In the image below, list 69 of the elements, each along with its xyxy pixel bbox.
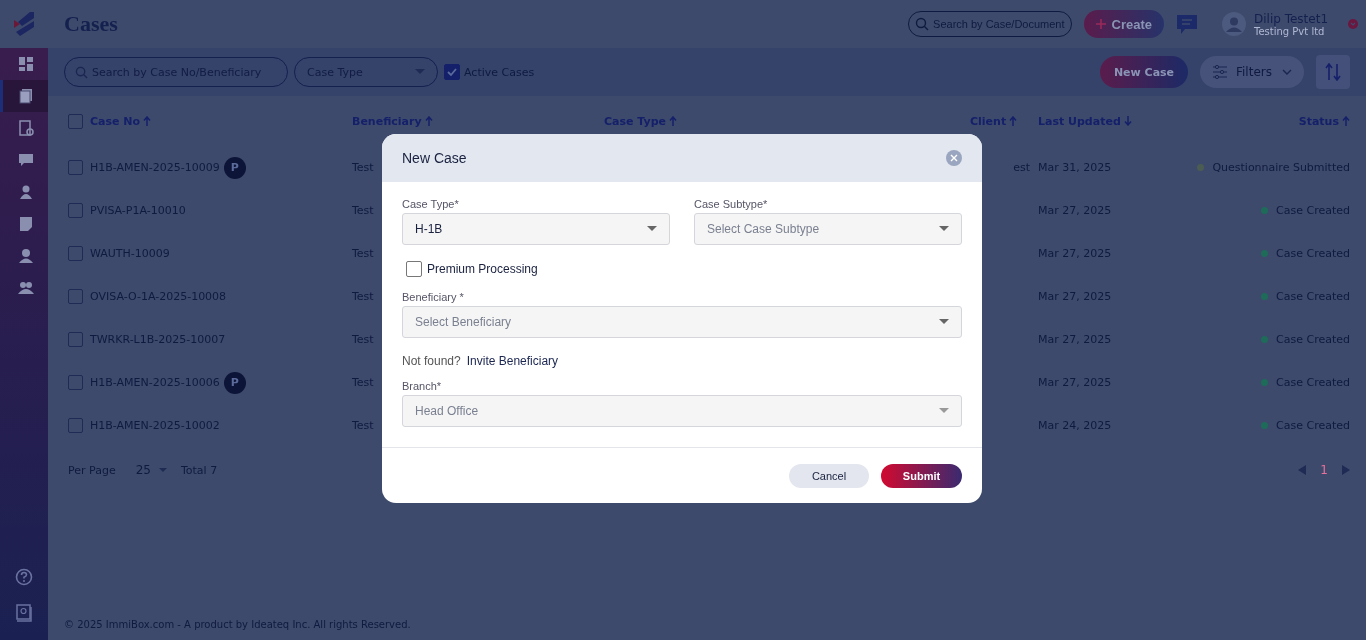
premium-badge: P — [223, 371, 246, 394]
book-icon[interactable] — [15, 604, 33, 622]
row-checkbox[interactable] — [67, 418, 83, 433]
checkbox[interactable] — [444, 64, 460, 80]
row-checkbox[interactable] — [67, 289, 83, 304]
page-number[interactable]: 1 — [1320, 463, 1328, 477]
documents-icon — [17, 88, 34, 104]
caret-icon — [939, 226, 949, 232]
create-button[interactable]: Create — [1083, 10, 1164, 38]
case-subtype-dropdown[interactable]: Select Case Subtype — [694, 213, 962, 245]
company-name: Testing Pvt ltd — [1254, 25, 1326, 37]
case-type-dropdown[interactable]: H-1B — [402, 213, 670, 245]
caret-icon — [415, 69, 425, 75]
chevron-down-icon[interactable] — [1348, 19, 1358, 29]
beneficiary-dropdown[interactable]: Select Beneficiary — [402, 306, 962, 338]
field-label: Beneficiary * — [402, 291, 465, 303]
new-case-button[interactable]: New Case — [1100, 56, 1188, 88]
sidebar-item[interactable] — [0, 80, 48, 112]
arrow-down-icon[interactable] — [1123, 116, 1132, 126]
search-icon — [75, 65, 88, 79]
agent-icon — [17, 248, 34, 264]
person-icon — [17, 184, 34, 200]
dialog-title: New Case — [402, 150, 467, 166]
sliders-icon — [1212, 65, 1228, 79]
checkbox-label: Premium Processing — [427, 262, 538, 276]
row-checkbox[interactable] — [67, 203, 83, 218]
row-checkbox[interactable] — [67, 246, 83, 261]
invite-link[interactable]: Invite Beneficiary — [466, 354, 559, 368]
help-icon[interactable] — [15, 568, 33, 586]
caret-icon — [647, 226, 657, 232]
note-icon — [17, 216, 34, 232]
arrow-up-icon[interactable] — [1009, 116, 1018, 126]
sort-button[interactable] — [1316, 55, 1350, 89]
row-checkbox[interactable] — [67, 160, 83, 175]
previous-icon[interactable] — [1298, 465, 1307, 475]
submit-button[interactable]: Submit — [881, 463, 962, 488]
chat-icon — [17, 152, 34, 168]
plus-icon — [1095, 19, 1106, 29]
checkbox[interactable] — [406, 261, 422, 277]
avatar-icon[interactable] — [1222, 12, 1246, 36]
premium-badge: P — [223, 156, 246, 179]
cancel-button[interactable]: Cancel — [789, 463, 869, 488]
sort-arrows-icon — [1325, 63, 1341, 81]
check-icon — [446, 66, 458, 78]
filters-button[interactable]: Filters — [1200, 56, 1304, 88]
checkbox[interactable] — [67, 113, 83, 129]
caret-icon — [158, 467, 167, 473]
arrow-up-icon[interactable] — [1342, 116, 1350, 126]
chat-icon[interactable] — [1176, 13, 1198, 35]
next-icon[interactable] — [1342, 465, 1350, 475]
arrow-up-icon[interactable] — [669, 116, 678, 126]
close-button[interactable] — [946, 150, 962, 166]
close-icon — [950, 154, 958, 162]
checklist-icon — [17, 120, 34, 136]
logo-icon — [14, 12, 34, 36]
field-label: Case Subtype* — [694, 198, 769, 210]
search-icon — [915, 17, 930, 31]
field-label: Branch* — [402, 380, 443, 392]
dashboard-icon — [17, 56, 34, 72]
arrow-up-icon[interactable] — [143, 116, 152, 126]
hint-text: Not found? — [402, 354, 461, 368]
arrow-up-icon[interactable] — [424, 116, 433, 126]
caret-icon — [939, 408, 949, 414]
row-checkbox[interactable] — [67, 375, 83, 390]
field-label: Case Type* — [402, 198, 460, 210]
chevron-down-icon — [1282, 69, 1292, 75]
row-checkbox[interactable] — [67, 332, 83, 347]
group-icon — [17, 280, 34, 296]
caret-icon — [939, 319, 949, 325]
